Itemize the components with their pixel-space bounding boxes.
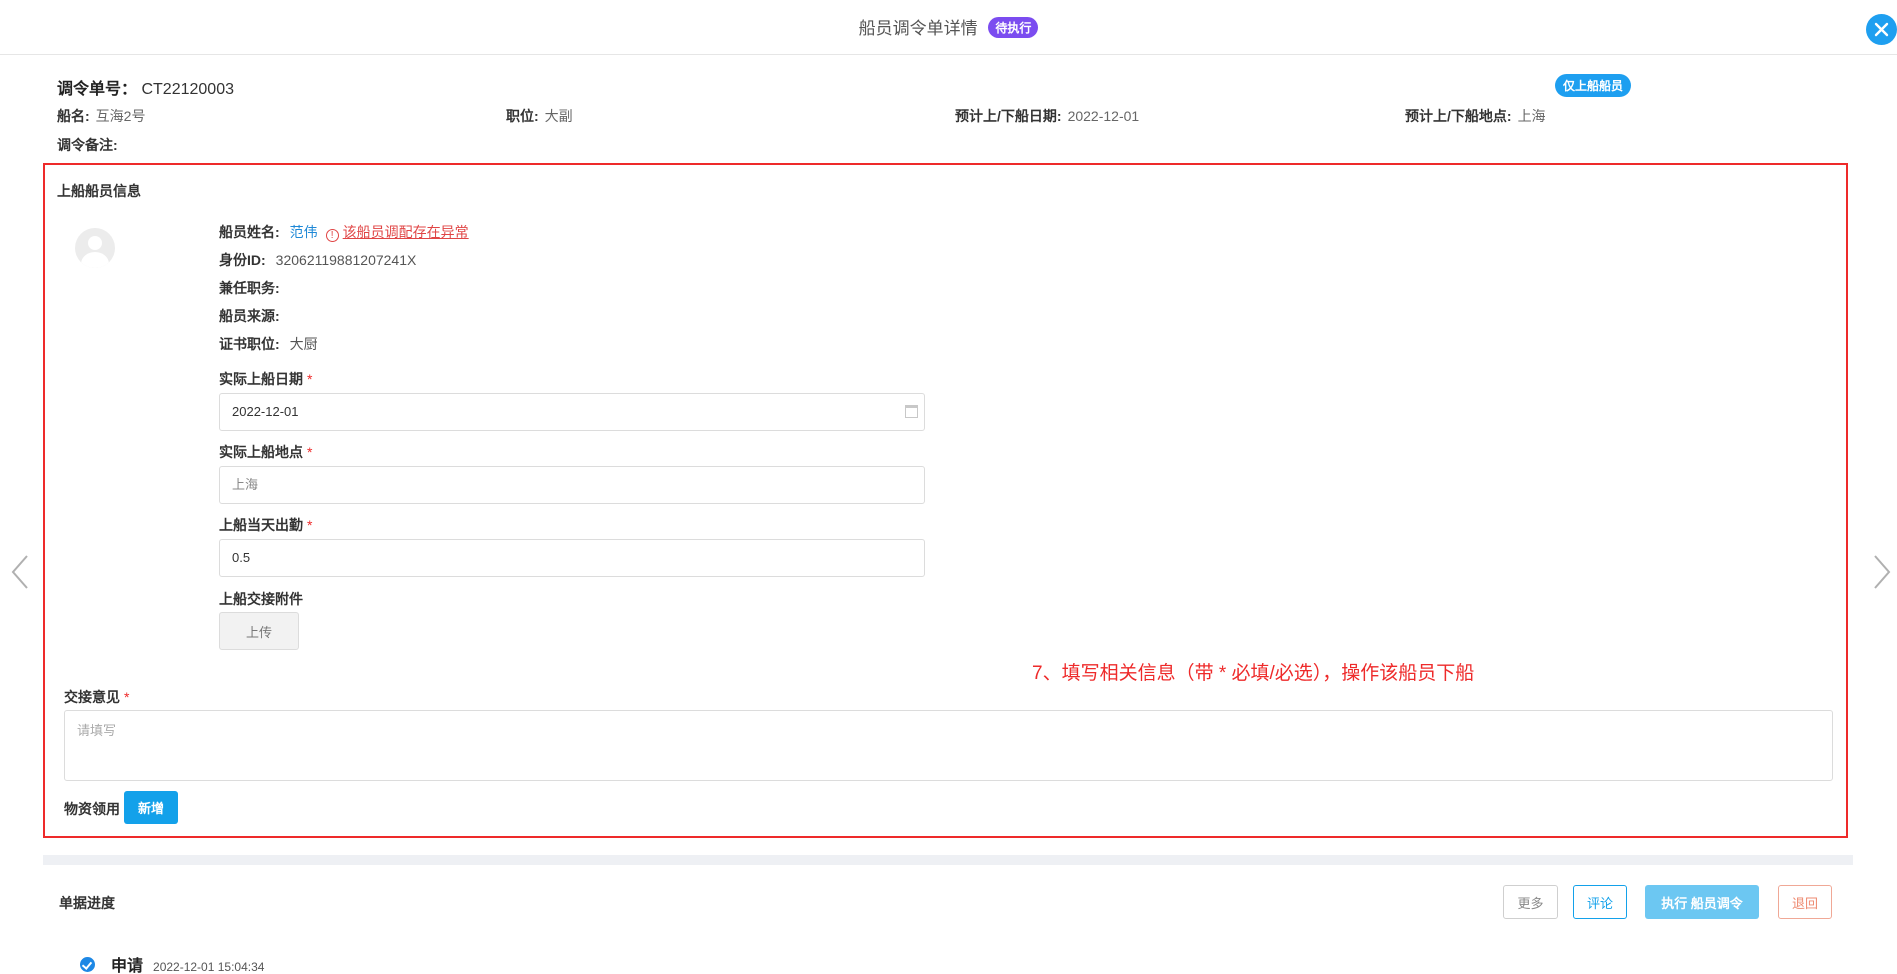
crew-source-row: 船员来源: (219, 306, 290, 326)
comment-button[interactable]: 评论 (1573, 885, 1627, 919)
calendar-icon[interactable] (905, 405, 918, 418)
order-note-label: 调令备注: (57, 137, 118, 153)
chevron-right-icon (1874, 555, 1891, 589)
avatar-body (81, 252, 109, 268)
progress-title: 单据进度 (59, 895, 115, 911)
meta-date: 预计上/下船日期: 2022-12-01 (955, 106, 1139, 126)
crew-name-row: 船员姓名: 范伟! 该船员调配存在异常 (219, 222, 469, 242)
actual-date-input[interactable]: 2022-12-01 (219, 393, 925, 431)
actual-place-value: 上海 (232, 477, 259, 492)
cert-position-row: 证书职位: 大厨 (219, 334, 318, 354)
concurrent-duty-row: 兼任职务: (219, 278, 290, 298)
chevron-left-icon (11, 555, 28, 589)
attendance-label: 上船当天出勤 * (219, 515, 312, 535)
section-divider (43, 855, 1853, 865)
crew-name-link[interactable]: 范伟 (290, 224, 318, 240)
warning-icon: ! (325, 229, 339, 242)
crew-source-label: 船员来源: (219, 308, 280, 324)
concurrent-duty-label: 兼任职务: (219, 280, 280, 296)
step-name: 申请 (111, 958, 144, 974)
meta-place: 预计上/下船地点: 上海 (1405, 106, 1546, 126)
anomaly-warning-link[interactable]: 该船员调配存在异常 (343, 224, 469, 240)
meta-ship: 船名: 互海2号 (57, 106, 145, 126)
execute-transfer-button[interactable]: 执行 船员调令 (1645, 885, 1759, 919)
page-title-wrap: 船员调令单详情 待执行 (0, 14, 1897, 39)
return-button[interactable]: 退回 (1778, 885, 1832, 919)
order-number-row: 调令单号： CT22120003 (57, 75, 234, 99)
crew-id-label: 身份ID: (219, 252, 266, 268)
close-button[interactable] (1866, 14, 1897, 45)
avatar (75, 228, 115, 268)
meta-place-label: 预计上/下船地点: (1405, 108, 1512, 124)
meta-place-value: 上海 (1517, 108, 1546, 124)
meta-position-value: 大副 (544, 108, 573, 124)
upload-button[interactable]: 上传 (219, 612, 299, 650)
required-mark: * (124, 689, 130, 705)
crew-name-label: 船员姓名: (219, 224, 280, 240)
crew-id-value: 32062119881207241X (275, 252, 417, 268)
actual-place-input[interactable]: 上海 (219, 466, 925, 504)
meta-date-label: 预计上/下船日期: (955, 108, 1062, 124)
more-button[interactable]: 更多 (1503, 885, 1558, 919)
actual-date-label: 实际上船日期 * (219, 369, 312, 389)
attendance-input[interactable]: 0.5 (219, 539, 925, 577)
handover-opinion-label-text: 交接意见 (64, 689, 120, 705)
boarding-section-title: 上船船员信息 (57, 183, 141, 199)
add-supplies-button[interactable]: 新增 (124, 791, 178, 824)
actual-date-label-text: 实际上船日期 (219, 371, 303, 387)
attendance-label-text: 上船当天出勤 (219, 517, 303, 533)
actual-place-label-text: 实际上船地点 (219, 444, 303, 460)
crew-id-row: 身份ID: 32062119881207241X (219, 250, 416, 270)
handover-opinion-placeholder: 请填写 (77, 723, 117, 738)
close-icon (1874, 22, 1889, 37)
actual-place-label: 实际上船地点 * (219, 442, 312, 462)
step-time: 2022-12-01 15:04:34 (153, 960, 265, 974)
progress-step: 申请 2022-12-01 15:04:34 (80, 952, 264, 974)
crew-only-badge: 仅上船船员 (1555, 74, 1632, 97)
attachment-label: 上船交接附件 (219, 591, 303, 607)
required-mark: * (307, 444, 313, 460)
cert-position-label: 证书职位: (219, 336, 280, 352)
annotation-text: 7、填写相关信息（带 * 必填/必选），操作该船员下船 (1032, 663, 1475, 684)
prev-arrow-button[interactable] (8, 552, 32, 592)
check-circle-icon (80, 957, 95, 972)
cert-position-value: 大厨 (289, 336, 318, 352)
meta-ship-value: 互海2号 (95, 108, 146, 124)
handover-opinion-label: 交接意见 * (64, 687, 129, 707)
next-arrow-button[interactable] (1870, 552, 1894, 592)
required-mark: * (307, 371, 313, 387)
required-mark: * (307, 517, 313, 533)
meta-position-label: 职位: (506, 108, 539, 124)
supplies-label: 物资领用 (64, 801, 120, 817)
actual-date-value: 2022-12-01 (232, 404, 299, 419)
meta-ship-label: 船名: (57, 108, 90, 124)
avatar-head (88, 236, 102, 250)
attendance-value: 0.5 (232, 550, 251, 565)
handover-opinion-textarea[interactable]: 请填写 (64, 710, 1833, 781)
header-bar: 船员调令单详情 待执行 (0, 0, 1897, 55)
status-badge: 待执行 (988, 17, 1039, 38)
order-number-label: 调令单号： (57, 81, 138, 98)
page-title: 船员调令单详情 (858, 19, 978, 38)
meta-position: 职位: 大副 (506, 106, 573, 126)
order-number: CT22120003 (141, 81, 234, 98)
meta-date-value: 2022-12-01 (1067, 108, 1140, 124)
